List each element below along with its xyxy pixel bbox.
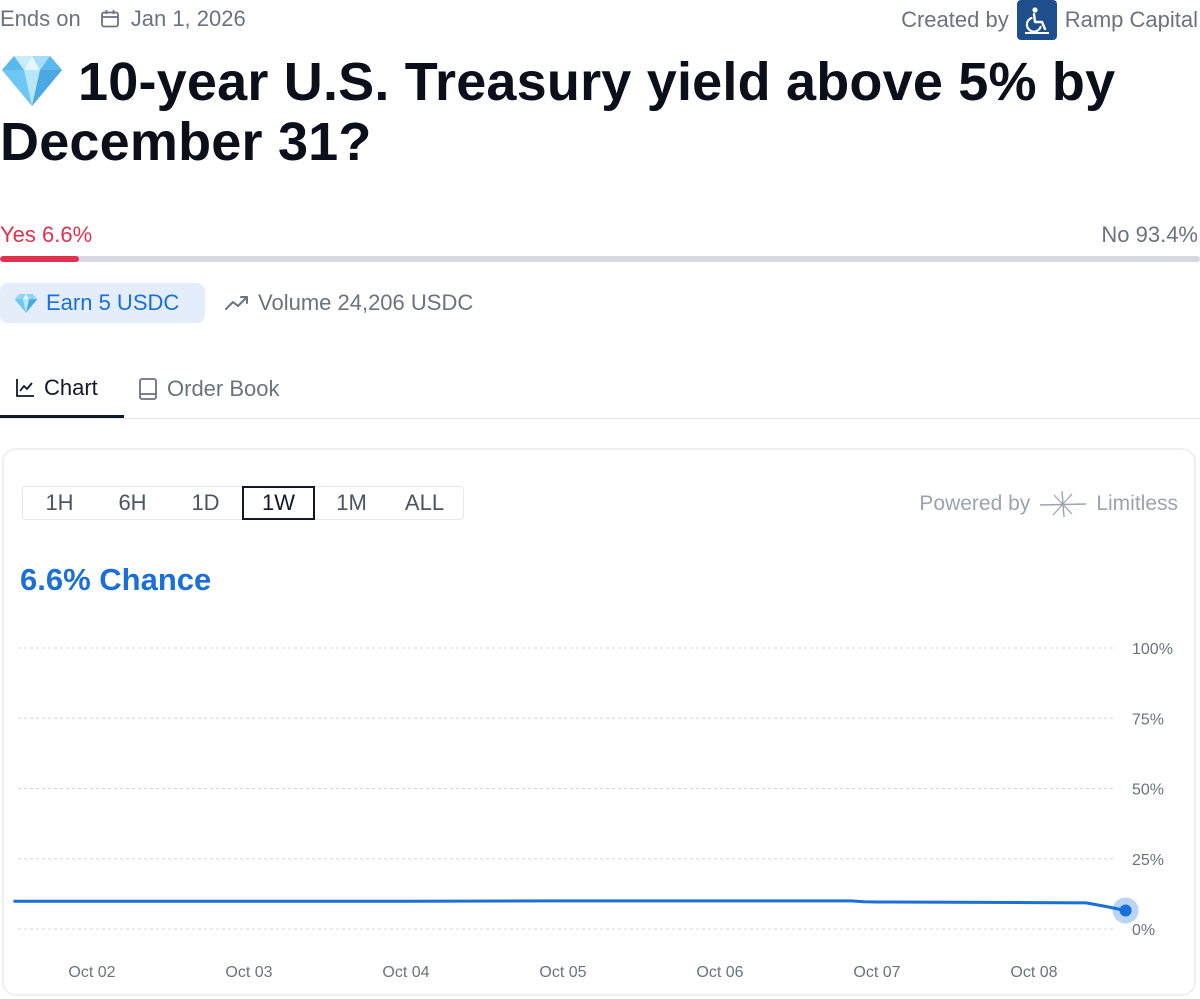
- x-tick-label: Oct 05: [539, 964, 586, 981]
- x-tick-label: Oct 03: [225, 964, 272, 981]
- x-tick-label: Oct 08: [1010, 964, 1057, 981]
- calendar-icon: [99, 8, 121, 30]
- probability-bar: [0, 256, 1200, 262]
- end-date: Jan 1, 2026: [130, 6, 246, 31]
- created-by-label: Created by: [901, 7, 1009, 32]
- market-title-text: 10-year U.S. Treasury yield above 5% by …: [0, 52, 1116, 172]
- view-tabs: Chart Order Book: [0, 360, 1200, 419]
- volume-label: Volume 24,206 USDC: [258, 290, 474, 315]
- yes-probability: Yes 6.6%: [0, 222, 93, 247]
- creator-row: Created by Ramp Capital: [901, 0, 1198, 40]
- earn-badge[interactable]: Earn 5 USDC: [0, 283, 205, 323]
- line-chart-icon: [16, 378, 34, 397]
- chart-card: 1H 6H 1D 1W 1M ALL Powered by Limitless …: [2, 448, 1196, 996]
- y-tick-label: 0%: [1132, 922, 1155, 939]
- y-tick-label: 25%: [1132, 852, 1164, 869]
- tab-order-book-label: Order Book: [167, 375, 280, 401]
- market-title: 10-year U.S. Treasury yield above 5% by …: [0, 52, 1195, 172]
- x-tick-label: Oct 07: [853, 964, 900, 981]
- book-icon: [139, 377, 157, 400]
- gem-icon: [0, 52, 64, 108]
- tab-chart[interactable]: Chart: [0, 360, 124, 418]
- tab-order-book[interactable]: Order Book: [137, 360, 280, 417]
- price-chart[interactable]: 0% 25% 50% 75% 100% Oct 02 Oct 03 Oct 04 Oct 05 O…: [4, 450, 1194, 994]
- gem-icon: [14, 294, 38, 313]
- y-tick-label: 75%: [1132, 711, 1164, 728]
- series-line: [13, 899, 1126, 912]
- tab-chart-label: Chart: [44, 374, 98, 400]
- x-tick-label: Oct 04: [382, 964, 429, 981]
- market-page: Ends on Jan 1, 2026 Created by Ramp Capi…: [0, 0, 1200, 999]
- no-probability: No 93.4%: [1101, 222, 1198, 247]
- volume-stat: Volume 24,206 USDC: [224, 283, 473, 323]
- earn-label: Earn 5 USDC: [46, 290, 180, 315]
- wheelchair-icon: [1024, 7, 1049, 34]
- creator-name[interactable]: Ramp Capital: [1065, 7, 1198, 33]
- trending-up-icon: [225, 296, 248, 310]
- current-point-marker[interactable]: [1119, 904, 1132, 917]
- x-tick-label: Oct 06: [696, 964, 743, 981]
- x-tick-label: Oct 02: [68, 964, 115, 981]
- y-tick-label: 50%: [1132, 782, 1164, 799]
- ends-label: Ends on: [0, 6, 81, 31]
- yes-probability-fill: [0, 256, 80, 262]
- y-tick-label: 100%: [1132, 641, 1173, 658]
- end-date-row: Ends on Jan 1, 2026: [0, 4, 246, 34]
- creator-avatar[interactable]: [1016, 0, 1057, 40]
